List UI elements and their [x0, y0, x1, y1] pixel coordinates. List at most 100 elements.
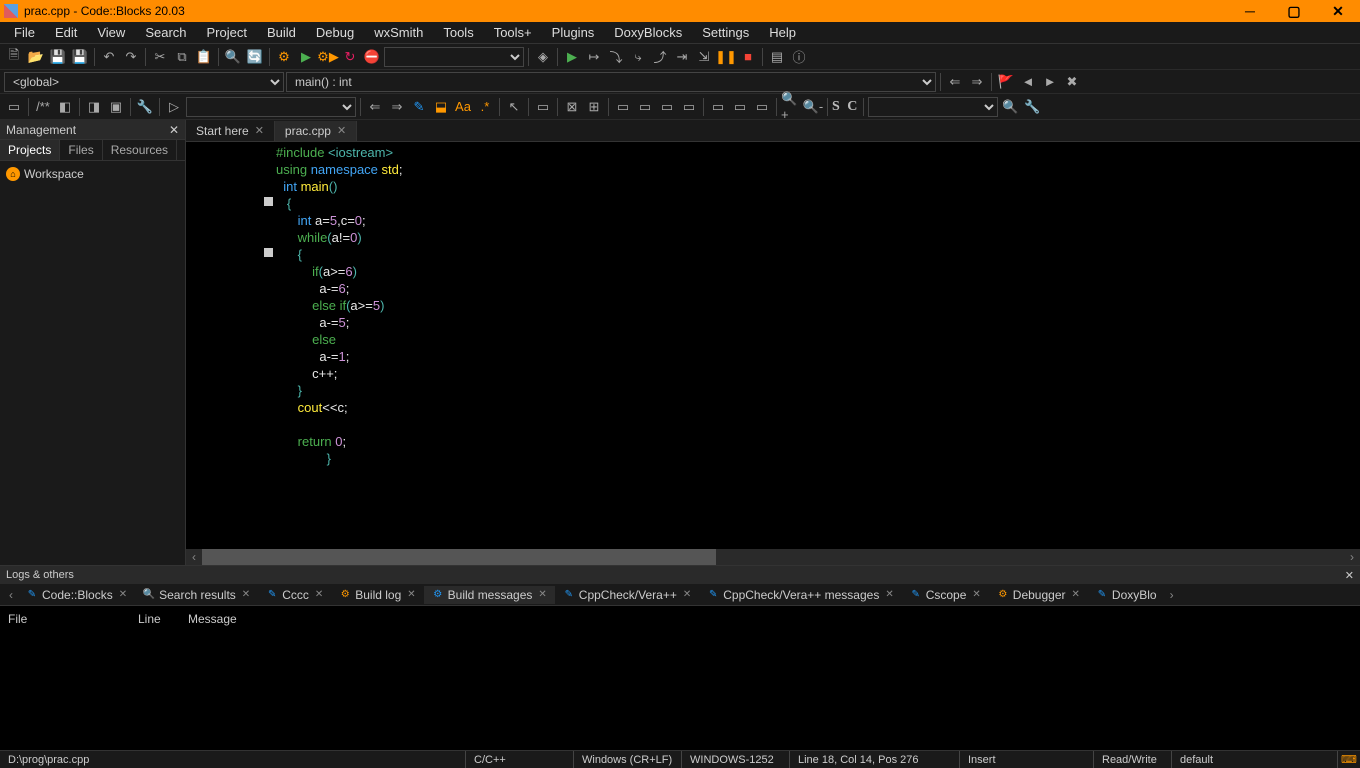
case-icon[interactable]: Aa — [453, 97, 473, 117]
log-tab-debugger[interactable]: ⚙Debugger✕ — [989, 586, 1088, 604]
stop-debug-icon[interactable]: ■ — [738, 47, 758, 67]
comment-icon[interactable]: /** — [33, 97, 53, 117]
tab-prac-cpp[interactable]: prac.cpp✕ — [275, 121, 357, 141]
sidebar-tab-projects[interactable]: Projects — [0, 140, 60, 160]
menu-settings[interactable]: Settings — [692, 23, 759, 42]
maximize-button[interactable]: ▢ — [1272, 0, 1316, 22]
break-icon[interactable]: ❚❚ — [716, 47, 736, 67]
highlight-icon[interactable]: ✎ — [409, 97, 429, 117]
tabs-next-icon[interactable]: › — [1165, 588, 1179, 602]
tool-icon[interactable]: ⊞ — [584, 97, 604, 117]
function-select[interactable]: main() : int — [286, 72, 936, 92]
rebuild-icon[interactable]: ↻ — [340, 47, 360, 67]
save-all-icon[interactable]: 💾 — [70, 47, 90, 67]
menu-file[interactable]: File — [4, 23, 45, 42]
menu-view[interactable]: View — [87, 23, 135, 42]
menu-plugins[interactable]: Plugins — [542, 23, 605, 42]
log-tab-cppcheck-msg[interactable]: ✎CppCheck/Vera++ messages✕ — [699, 586, 901, 604]
bookmark-toggle-icon[interactable]: 🚩 — [996, 72, 1016, 92]
next-icon[interactable]: ⇒ — [387, 97, 407, 117]
build-run-icon[interactable]: ⚙▶ — [318, 47, 338, 67]
tool-icon[interactable]: ▣ — [106, 97, 126, 117]
tool-icon[interactable]: ▭ — [679, 97, 699, 117]
bookmark-next-icon[interactable]: ► — [1040, 72, 1060, 92]
menu-debug[interactable]: Debug — [306, 23, 364, 42]
zoom-out-icon[interactable]: 🔍- — [803, 97, 823, 117]
debug-windows-icon[interactable]: ▤ — [767, 47, 787, 67]
log-tab-cppcheck[interactable]: ✎CppCheck/Vera++✕ — [555, 586, 699, 604]
minimize-button[interactable]: ─ — [1228, 0, 1272, 22]
paste-icon[interactable]: 📋 — [194, 47, 214, 67]
abort-icon[interactable]: ⛔ — [362, 47, 382, 67]
bookmark-prev-icon[interactable]: ◄ — [1018, 72, 1038, 92]
menu-help[interactable]: Help — [759, 23, 806, 42]
next-instr-icon[interactable]: ⇥ — [672, 47, 692, 67]
target-icon[interactable]: ◈ — [533, 47, 553, 67]
cursor-icon[interactable]: ↖ — [504, 97, 524, 117]
step-into-icon[interactable]: ⤷ — [628, 47, 648, 67]
tool-icon[interactable]: ▭ — [4, 97, 24, 117]
log-tab-buildmessages[interactable]: ⚙Build messages✕ — [424, 586, 555, 604]
tabs-prev-icon[interactable]: ‹ — [4, 588, 18, 602]
save-icon[interactable]: 💾 — [48, 47, 68, 67]
nav-back-icon[interactable]: ⇐ — [945, 72, 965, 92]
bookmark-clear-icon[interactable]: ✖ — [1062, 72, 1082, 92]
scroll-thumb[interactable] — [202, 549, 716, 565]
cut-icon[interactable]: ✂ — [150, 47, 170, 67]
debug-start-icon[interactable]: ▶ — [562, 47, 582, 67]
copy-icon[interactable]: ⧉ — [172, 47, 192, 67]
tool-icon[interactable]: ⊠ — [562, 97, 582, 117]
horizontal-scrollbar[interactable]: ‹ › — [186, 549, 1360, 565]
log-tab-search[interactable]: 🔍Search results✕ — [135, 586, 258, 604]
tool-icon[interactable]: ▭ — [752, 97, 772, 117]
regex-icon[interactable]: .* — [475, 97, 495, 117]
info-icon[interactable]: ⓘ — [789, 47, 809, 67]
find-icon[interactable]: 🔍 — [223, 47, 243, 67]
keyboard-icon[interactable]: ⌨ — [1338, 753, 1360, 766]
prev-icon[interactable]: ⇐ — [365, 97, 385, 117]
close-icon[interactable]: ✕ — [337, 124, 346, 137]
open-icon[interactable]: 📂 — [26, 47, 46, 67]
sidebar-tab-resources[interactable]: Resources — [103, 140, 177, 160]
menu-wxsmith[interactable]: wxSmith — [364, 23, 433, 42]
close-icon[interactable]: ✕ — [1345, 569, 1354, 582]
code-editor[interactable]: #include <iostream> using namespace std;… — [186, 142, 1360, 549]
step-out-icon[interactable]: ⤴ — [650, 47, 670, 67]
tool-icon[interactable]: ▭ — [708, 97, 728, 117]
next-line-icon[interactable]: ⤵ — [606, 47, 626, 67]
close-icon[interactable]: ✕ — [255, 124, 264, 137]
step-instr-icon[interactable]: ⇲ — [694, 47, 714, 67]
menu-doxyblocks[interactable]: DoxyBlocks — [604, 23, 692, 42]
log-tab-doxy[interactable]: ✎DoxyBlo — [1088, 586, 1165, 604]
tool-icon[interactable]: ▭ — [613, 97, 633, 117]
run-icon[interactable]: ▶ — [296, 47, 316, 67]
close-button[interactable]: ✕ — [1316, 0, 1360, 22]
wrench-icon[interactable]: 🔧 — [135, 97, 155, 117]
zoom-in-icon[interactable]: 🔍+ — [781, 97, 801, 117]
fold-marker-icon[interactable] — [264, 197, 273, 206]
tool-icon[interactable]: ▭ — [657, 97, 677, 117]
log-tab-cccc[interactable]: ✎Cccc✕ — [258, 586, 331, 604]
menu-project[interactable]: Project — [197, 23, 257, 42]
tool-icon[interactable]: ⬓ — [431, 97, 451, 117]
menu-search[interactable]: Search — [135, 23, 196, 42]
run-to-cursor-icon[interactable]: ↦ — [584, 47, 604, 67]
tool-icon[interactable]: ▭ — [635, 97, 655, 117]
tool-icon[interactable]: ▭ — [533, 97, 553, 117]
close-icon[interactable]: ✕ — [169, 123, 179, 137]
build-icon[interactable]: ⚙ — [274, 47, 294, 67]
tool-icon[interactable]: ▭ — [730, 97, 750, 117]
log-tab-cscope[interactable]: ✎Cscope✕ — [902, 586, 989, 604]
workspace-root[interactable]: ⌂ Workspace — [4, 165, 181, 183]
logs-body[interactable]: File Line Message — [0, 606, 1360, 750]
nav-fwd-icon[interactable]: ⇒ — [967, 72, 987, 92]
tab-start-here[interactable]: Start here✕ — [186, 121, 275, 141]
menu-build[interactable]: Build — [257, 23, 306, 42]
new-file-icon[interactable]: 🗎 — [4, 47, 24, 67]
undo-icon[interactable]: ↶ — [99, 47, 119, 67]
log-tab-codeblocks[interactable]: ✎Code::Blocks✕ — [18, 586, 135, 604]
scroll-left-icon[interactable]: ‹ — [186, 549, 202, 565]
build-target-select[interactable] — [384, 47, 524, 67]
menu-edit[interactable]: Edit — [45, 23, 87, 42]
fold-marker-icon[interactable] — [264, 248, 273, 257]
